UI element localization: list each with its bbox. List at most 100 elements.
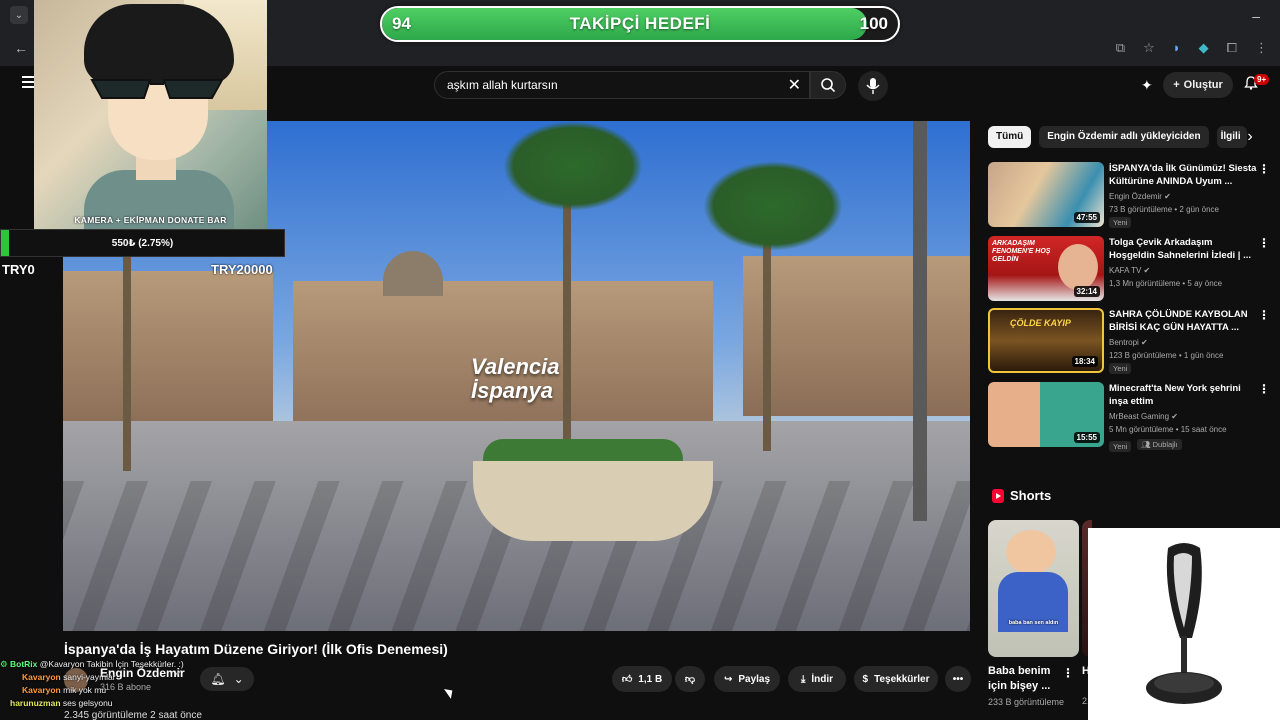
recommendation-title[interactable]: Minecraft'ta New York şehrini inşa ettim xyxy=(1109,382,1259,408)
like-count: 1,1 B xyxy=(638,673,663,685)
download-icon: ⤓ xyxy=(800,673,806,685)
back-icon[interactable]: ← xyxy=(14,40,28,56)
minimize-icon[interactable]: – xyxy=(1252,8,1260,24)
clear-search-icon[interactable]: ✕ xyxy=(788,75,801,95)
short-title[interactable]: Baba benim için bişey ... xyxy=(988,664,1064,694)
stream-chat: ⚙ BotRix @Kavaryon Takibin İçin Teşekkür… xyxy=(0,658,250,710)
video-frame-palm-leaves-2 xyxy=(703,161,843,251)
search-query: aşkım allah kurtarsın xyxy=(447,78,558,92)
video-frame-planter xyxy=(473,461,713,541)
search-icon xyxy=(821,78,836,93)
create-button[interactable]: + Oluştur xyxy=(1163,72,1233,98)
recommendation-title[interactable]: Tolga Çevik Arkadaşım Hoşgeldin Sahneler… xyxy=(1109,236,1259,262)
more-vert-icon[interactable]: ⋮ xyxy=(1255,40,1268,56)
chat-text: mik yok mu xyxy=(63,685,107,695)
recommendation-thumbnail[interactable]: 15:55 xyxy=(988,382,1104,447)
new-badge: Yeni xyxy=(1109,363,1132,374)
verified-check-icon: ✔ xyxy=(1141,338,1148,347)
video-frame-pole-left xyxy=(123,251,131,471)
short-views: 233 B görüntüleme xyxy=(988,697,1065,707)
bookmark-star-icon[interactable]: ☆ xyxy=(1143,40,1155,56)
donate-min-label: TRY0 xyxy=(2,262,35,277)
short-thumbnail[interactable]: baba ban sen aldın xyxy=(988,520,1079,657)
recommendation-item[interactable]: 15:55 Minecraft'ta New York şehrini inşa… xyxy=(988,382,1278,452)
chat-message: ⚙ BotRix @Kavaryon Takibin İçin Teşekkür… xyxy=(0,658,250,671)
share-button[interactable]: ↪ Paylaş xyxy=(714,666,780,692)
recommendation-channel: Bentropi ✔ xyxy=(1109,338,1148,347)
share-icon: ↪ xyxy=(723,673,733,685)
recommendation-meta: 1,3 Mn görüntüleme • 5 ay önce xyxy=(1109,279,1223,288)
more-vert-icon[interactable]: ⋮ xyxy=(1258,162,1270,180)
more-horiz-icon: ••• xyxy=(952,673,964,685)
chat-text: sanyi-yayınlar xyxy=(63,672,116,682)
webcam-microphone-image xyxy=(1146,543,1222,704)
video-frame-lamp-post xyxy=(913,121,927,521)
cast-icon[interactable]: ⧉ xyxy=(1116,40,1125,56)
chat-message: harunuzman ses gelsyonu xyxy=(0,697,250,710)
like-button[interactable]: 👍︎ 1,1 B xyxy=(612,666,672,692)
more-vert-icon[interactable]: ⋮ xyxy=(1258,308,1270,326)
follower-goal-bar: TAKİPÇİ HEDEFİ 94 100 xyxy=(380,6,900,42)
chat-text: ses gelsyonu xyxy=(62,698,113,708)
short-child-figure xyxy=(1006,530,1056,574)
recommendation-item[interactable]: 47:55 İSPANYA'da İlk Günümüz! Siesta Kül… xyxy=(988,162,1278,230)
thanks-icon: $ xyxy=(862,673,869,685)
video-duration: 32:14 xyxy=(1073,286,1100,297)
video-frame-building-left xyxy=(63,271,273,431)
mouse-cursor-icon xyxy=(444,685,456,699)
dubbed-badge: 👥︎ Dublajlı xyxy=(1137,439,1182,450)
recommendation-title[interactable]: SAHRA ÇÖLÜNDE KAYBOLAN BİRİSİ KAÇ GÜN HA… xyxy=(1109,308,1259,334)
video-location-overlay: Valencia İspanya xyxy=(471,355,559,403)
extensions-puzzle-icon[interactable]: ⧠ xyxy=(1227,40,1237,56)
thanks-label: Teşekkürler xyxy=(874,673,930,685)
notification-badge: 9+ xyxy=(1254,74,1270,85)
microphone-icon xyxy=(866,78,880,94)
new-badge: Yeni xyxy=(1109,217,1132,228)
recommendation-channel: KAFA TV ✔ xyxy=(1109,266,1151,275)
recommendation-item[interactable]: ARKADAŞIM FENOMEN'E HOŞ GELDİN 32:14 Tol… xyxy=(988,236,1278,304)
extension-audio-icon[interactable]: ◗ xyxy=(1173,40,1181,56)
follower-goal-current: 94 xyxy=(392,14,411,33)
thumbnail-face xyxy=(1058,244,1098,290)
browser-toolbar-icons: ⧉ ☆ ◗ ◆ ⧠ ⋮ xyxy=(1116,40,1268,56)
verified-check-icon: ✔ xyxy=(1164,192,1171,201)
more-vert-icon[interactable]: ⋮ xyxy=(1258,236,1270,254)
share-label: Paylaş xyxy=(738,673,771,685)
video-duration: 47:55 xyxy=(1073,212,1100,223)
tab-list-icon[interactable]: ⌄ xyxy=(10,6,28,24)
download-button[interactable]: ⤓ İndir xyxy=(788,666,846,692)
thumbs-up-icon: 👍︎ xyxy=(621,674,633,685)
chip-all[interactable]: Tümü xyxy=(988,126,1032,148)
more-actions-button[interactable]: ••• xyxy=(945,666,971,692)
more-vert-icon[interactable]: ⋮ xyxy=(1062,666,1074,680)
filter-chips: Tümü Engin Özdemir adlı yükleyiciden İlg… xyxy=(988,126,1247,148)
more-vert-icon[interactable]: ⋮ xyxy=(1258,382,1270,400)
recommendation-thumbnail[interactable]: ÇÖLDE KAYIP 18:34 xyxy=(988,308,1104,373)
chat-message: Kavaryon sanyi-yayınlar xyxy=(0,671,250,684)
download-label: İndir xyxy=(811,673,834,685)
recommendation-thumbnail[interactable]: 47:55 xyxy=(988,162,1104,227)
recommendation-item[interactable]: ÇÖLDE KAYIP 18:34 SAHRA ÇÖLÜNDE KAYBOLAN… xyxy=(988,308,1278,376)
gemini-icon[interactable]: ✦ xyxy=(1141,77,1153,94)
bot-badge-icon: ⚙ xyxy=(0,659,8,669)
search-input[interactable]: aşkım allah kurtarsın ✕ xyxy=(434,71,810,99)
voice-search-button[interactable] xyxy=(858,71,888,101)
extension-icon[interactable]: ◆ xyxy=(1199,40,1209,56)
plus-icon: + xyxy=(1173,79,1180,91)
chip-from-uploader[interactable]: Engin Özdemir adlı yükleyiciden xyxy=(1039,126,1209,148)
video-title: İspanya'da İş Hayatım Düzene Giriyor! (İ… xyxy=(64,641,448,657)
sunglasses-icon xyxy=(90,79,224,99)
chat-username: Kavaryon xyxy=(22,685,61,695)
chevron-right-icon[interactable]: › xyxy=(1240,126,1260,148)
thanks-button[interactable]: $ Teşekkürler xyxy=(854,666,938,692)
thumbnail-text: ARKADAŞIM FENOMEN'E HOŞ GELDİN xyxy=(992,240,1051,263)
donate-bar: 550₺ (2.75%) xyxy=(0,229,285,257)
new-badge: Yeni xyxy=(1109,441,1132,452)
follower-goal-title: TAKİPÇİ HEDEFİ xyxy=(569,14,711,33)
recommendation-title[interactable]: İSPANYA'da İlk Günümüz! Siesta Kültürüne… xyxy=(1109,162,1259,188)
recommendation-thumbnail[interactable]: ARKADAŞIM FENOMEN'E HOŞ GELDİN 32:14 xyxy=(988,236,1104,301)
dislike-button[interactable]: 👎︎ xyxy=(675,666,705,692)
webcam-label: KAMERA + EKİPMAN DONATE BAR xyxy=(74,215,227,225)
chat-username: BotRix xyxy=(10,659,38,669)
search-button[interactable] xyxy=(810,71,846,99)
